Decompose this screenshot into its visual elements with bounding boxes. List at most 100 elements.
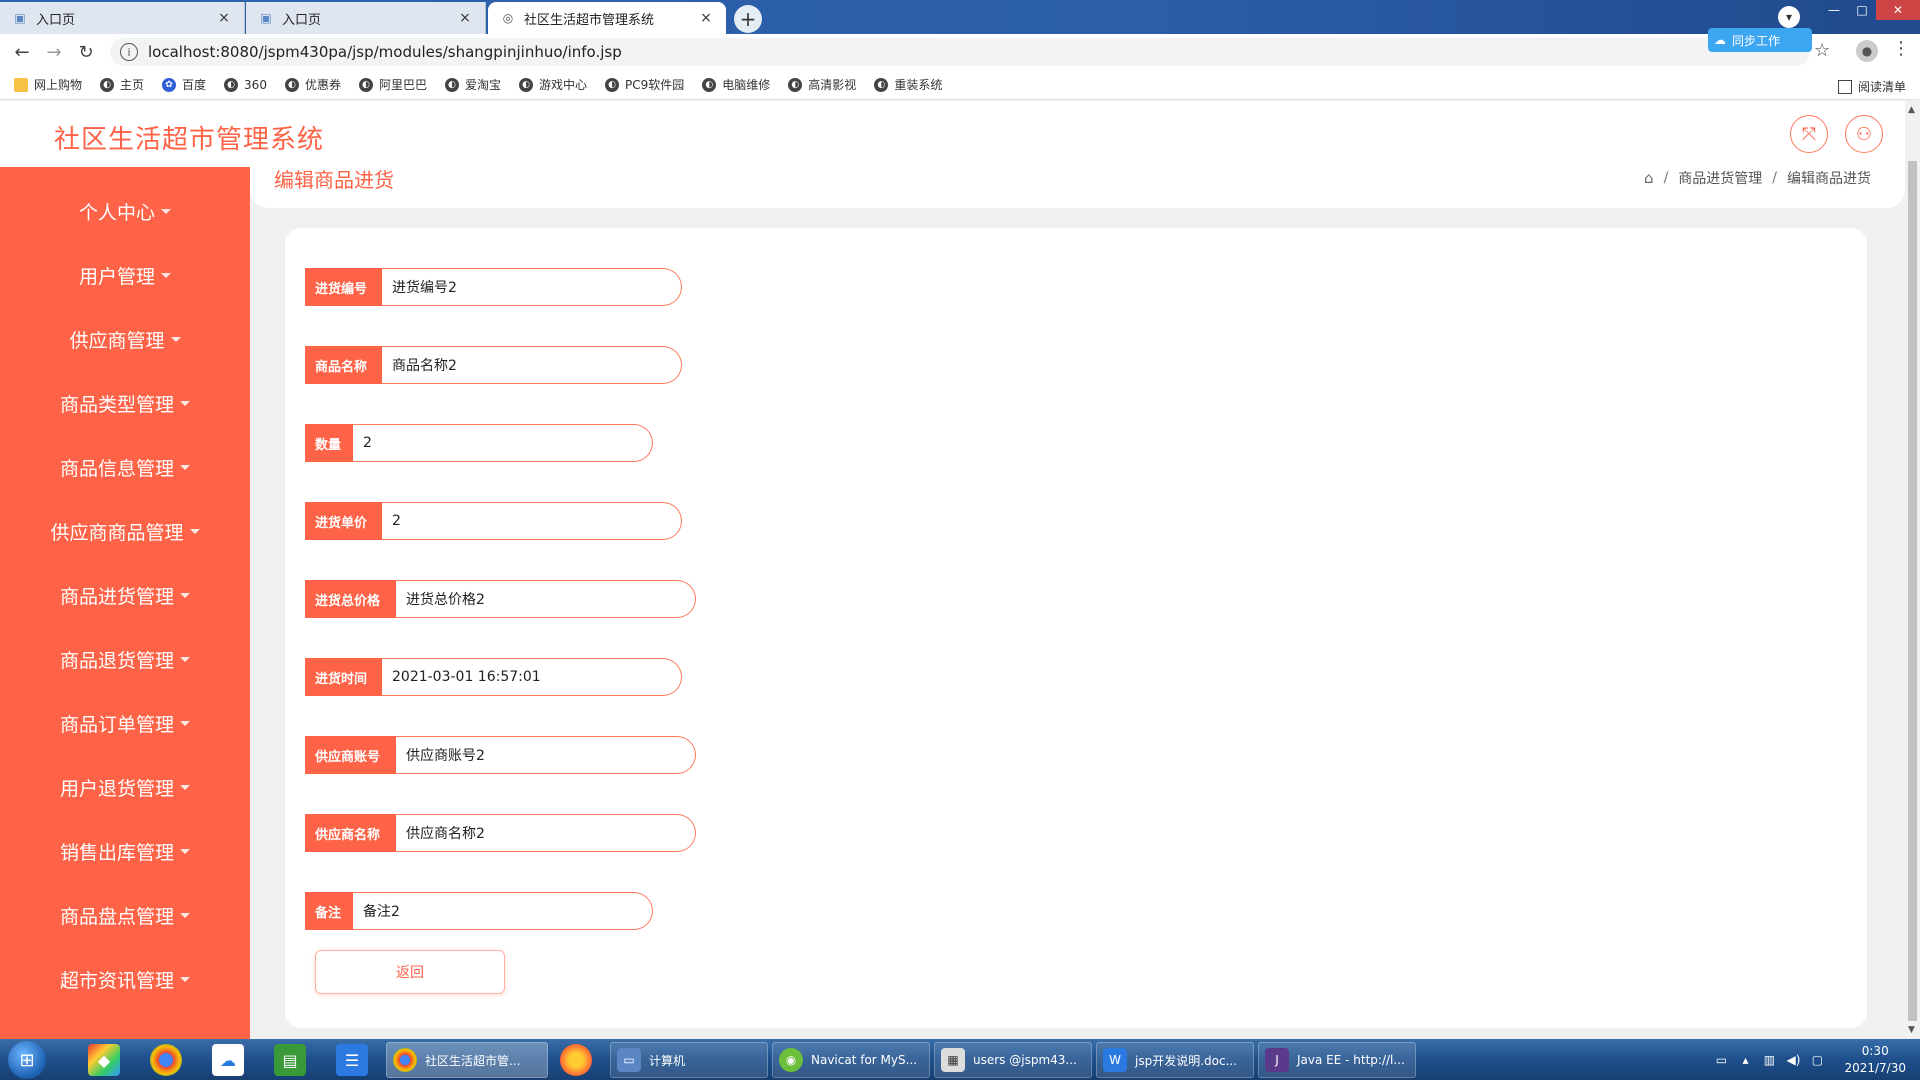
close-icon[interactable]: × — [216, 10, 232, 26]
sidebar-item-product-types[interactable]: 商品类型管理 — [0, 371, 250, 435]
bookmark-label: 主页 — [120, 78, 145, 92]
user-icon[interactable]: ⚇ — [1845, 115, 1883, 153]
close-window-icon[interactable]: ✕ — [1876, 0, 1920, 20]
window-controls: — □ ✕ — [1820, 0, 1920, 22]
sidebar-item-label: 供应商管理 — [69, 329, 165, 352]
computer-icon: ▭ — [617, 1048, 641, 1072]
bookmark-item[interactable]: ◐ 游戏中心 — [519, 76, 587, 93]
taskbar-task[interactable]: ▭ 计算机 — [610, 1042, 768, 1078]
bookmark-item[interactable]: ◐ 高清影视 — [788, 76, 856, 93]
bookmark-item[interactable]: ◐ 阿里巴巴 — [358, 76, 427, 93]
maximize-icon[interactable]: □ — [1848, 0, 1876, 20]
info-icon[interactable]: i — [120, 43, 138, 61]
taskbar-task[interactable]: W jsp开发说明.doc... — [1096, 1042, 1254, 1078]
purchase-time-field[interactable]: 2021-03-01 16:57:01 — [382, 658, 682, 696]
cloud-app-icon[interactable]: ☁ — [212, 1044, 244, 1076]
caret-down-icon — [180, 848, 190, 854]
keyboard-icon[interactable]: ▭ — [1712, 1053, 1730, 1067]
account-icon[interactable]: ● — [1856, 40, 1878, 62]
start-button[interactable]: ⊞ — [8, 1041, 46, 1079]
taskbar-task[interactable]: ◉ Navicat for MyS... — [772, 1042, 930, 1078]
sidebar-item-product-info[interactable]: 商品信息管理 — [0, 435, 250, 499]
remarks-field[interactable]: 备注2 — [353, 892, 653, 930]
browser-tab-active[interactable]: ◎ 社区生活超市管理系统 × — [488, 2, 726, 34]
home-icon[interactable]: ⌂ — [1644, 169, 1654, 187]
bookmark-item[interactable]: ◐ 优惠券 — [284, 76, 341, 93]
reload-icon[interactable]: ↻ — [70, 36, 102, 68]
sidebar-item-label: 超市资讯管理 — [59, 969, 174, 992]
quantity-field[interactable]: 2 — [353, 424, 653, 462]
bookmark-item[interactable]: ◐ 360 — [224, 77, 267, 92]
bookmark-item[interactable]: ◐ 电脑维修 — [702, 76, 770, 93]
scrollbar-thumb[interactable] — [1908, 161, 1917, 1021]
bookmark-item[interactable]: ◐ 主页 — [100, 76, 144, 93]
sidebar-item-sales-outbound[interactable]: 销售出库管理 — [0, 819, 250, 883]
close-icon[interactable]: × — [457, 10, 473, 26]
page-scrollbar[interactable]: ▲ ▼ — [1905, 101, 1920, 1039]
breadcrumb-item[interactable]: 商品进货管理 — [1678, 168, 1762, 188]
product-name-field[interactable]: 商品名称2 — [382, 346, 682, 384]
back-button[interactable]: 返回 — [315, 950, 505, 994]
form-row-purchase-number: 进货编号 进货编号2 — [305, 268, 682, 306]
volume-icon[interactable]: ◀) — [1784, 1053, 1802, 1067]
bookmark-item[interactable]: ✿ 百度 — [162, 76, 206, 93]
taskbar-task[interactable]: 社区生活超市管... — [386, 1042, 548, 1078]
clock[interactable]: 0:30 2021/7/30 — [1844, 1043, 1906, 1077]
tab-label: 入口页 — [282, 12, 322, 28]
unit-price-field[interactable]: 2 — [382, 502, 682, 540]
chrome-icon[interactable] — [150, 1044, 182, 1076]
network-icon[interactable]: ▥ — [1760, 1053, 1778, 1067]
sidebar-item-users[interactable]: 用户管理 — [0, 243, 250, 307]
bookmark-label: 360 — [244, 77, 267, 92]
download-icon[interactable]: ▾ — [1778, 6, 1800, 28]
action-center-icon[interactable]: ▢ — [1808, 1053, 1826, 1067]
sidebar-item-inventory[interactable]: 商品盘点管理 — [0, 883, 250, 947]
scroll-down-icon[interactable]: ▼ — [1908, 1025, 1915, 1035]
sidebar-item-suppliers[interactable]: 供应商管理 — [0, 307, 250, 371]
sidebar-item-orders[interactable]: 商品订单管理 — [0, 691, 250, 755]
menu-kebab-icon[interactable]: ⋮ — [1892, 38, 1910, 59]
bookmark-item[interactable]: 网上购物 — [14, 76, 82, 93]
bookmark-item[interactable]: ◐ PC9软件园 — [605, 76, 684, 93]
globe-icon: ◐ — [358, 77, 373, 92]
browser-tab[interactable]: ▣ 入口页 × — [246, 2, 486, 34]
browser-tab[interactable]: ▣ 入口页 × — [0, 2, 245, 34]
sidebar-item-label: 销售出库管理 — [59, 841, 174, 864]
fullscreen-icon[interactable]: ⤧ — [1790, 115, 1828, 153]
forward-arrow-icon[interactable]: → — [38, 36, 70, 68]
close-icon[interactable]: × — [698, 10, 714, 26]
bookmark-star-icon[interactable]: ☆ — [1814, 40, 1830, 61]
chart-app-icon[interactable]: ▤ — [274, 1044, 306, 1076]
back-arrow-icon[interactable]: ← — [6, 36, 38, 68]
supplier-account-field[interactable]: 供应商账号2 — [396, 736, 696, 774]
sidebar-item-purchasing[interactable]: 商品进货管理 — [0, 563, 250, 627]
sidebar-item-product-returns[interactable]: 商品退货管理 — [0, 627, 250, 691]
purchase-number-field[interactable]: 进货编号2 — [382, 268, 682, 306]
bookmark-item[interactable]: ◐ 重装系统 — [874, 76, 942, 93]
scroll-up-icon[interactable]: ▲ — [1908, 105, 1915, 115]
app-pinned-icon[interactable]: ◆ — [88, 1044, 120, 1076]
paw-icon: ✿ — [162, 77, 177, 92]
sidebar-item-personal-center[interactable]: 个人中心 — [0, 179, 250, 243]
tray-expand-icon[interactable]: ▴ — [1736, 1053, 1754, 1067]
cloud-sync-badge[interactable]: ☁ 同步工作 — [1708, 28, 1812, 52]
sidebar-item-news[interactable]: 超市资讯管理 — [0, 947, 250, 1011]
supplier-name-field[interactable]: 供应商名称2 — [396, 814, 696, 852]
reading-list-label: 阅读清单 — [1857, 80, 1906, 94]
reading-list-button[interactable]: 阅读清单 — [1837, 78, 1906, 95]
breadcrumb-separator: / — [1663, 170, 1669, 186]
files-app-icon[interactable]: ☰ — [336, 1044, 368, 1076]
bookmark-label: 电脑维修 — [722, 78, 771, 92]
tab-label: 入口页 — [36, 12, 76, 28]
sidebar-item-supplier-products[interactable]: 供应商商品管理 — [0, 499, 250, 563]
sidebar-item-user-returns[interactable]: 用户退货管理 — [0, 755, 250, 819]
taskbar-task[interactable]: J Java EE - http://l... — [1258, 1042, 1416, 1078]
bookmark-item[interactable]: ◐ 爱淘宝 — [444, 76, 501, 93]
new-tab-button[interactable]: + — [734, 5, 762, 33]
cloud-icon: ☁ — [1714, 33, 1726, 47]
minimize-icon[interactable]: — — [1820, 0, 1848, 20]
browser-pinned-icon[interactable] — [560, 1044, 592, 1076]
url-field[interactable]: i localhost:8080/jspm430pa/jsp/modules/s… — [110, 38, 1810, 66]
taskbar-task[interactable]: ▦ users @jspm43... — [934, 1042, 1092, 1078]
total-price-field[interactable]: 进货总价格2 — [396, 580, 696, 618]
